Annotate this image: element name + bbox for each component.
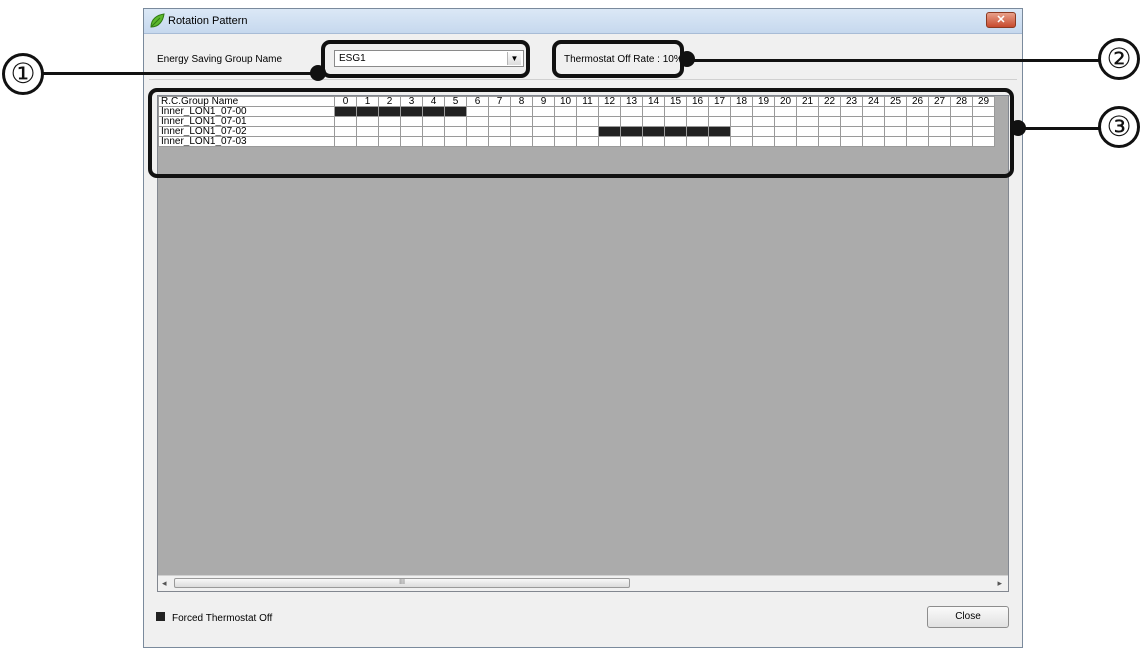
title-bar: Rotation Pattern ✕ [144, 9, 1022, 34]
horizontal-scrollbar[interactable]: ◂ III ▸ [158, 575, 1008, 591]
window-close-button[interactable]: ✕ [986, 12, 1016, 28]
group-name-label: Energy Saving Group Name [157, 54, 283, 65]
leaf-icon [150, 13, 165, 28]
callout-box-2 [552, 40, 684, 78]
callout-line-1 [42, 72, 320, 75]
callout-box-3 [148, 88, 1014, 178]
scroll-thumb[interactable]: III [174, 578, 630, 588]
scroll-right-icon[interactable]: ▸ [997, 578, 1002, 589]
window-title: Rotation Pattern [168, 15, 248, 27]
callout-dot-1 [310, 65, 326, 81]
callout-dot-3 [1010, 120, 1026, 136]
separator [149, 79, 1017, 80]
callout-line-3 [1020, 127, 1102, 130]
callout-number-1: ① [2, 53, 44, 95]
legend-label: Forced Thermostat Off [172, 613, 273, 624]
callout-number-3: ③ [1098, 106, 1140, 148]
scroll-left-icon[interactable]: ◂ [162, 578, 167, 589]
callout-box-1 [321, 40, 530, 78]
forced-off-swatch [156, 612, 165, 621]
callout-line-2 [686, 59, 1102, 62]
callout-number-2: ② [1098, 38, 1140, 80]
close-button[interactable]: Close [927, 606, 1009, 628]
callout-dot-2 [679, 51, 695, 67]
